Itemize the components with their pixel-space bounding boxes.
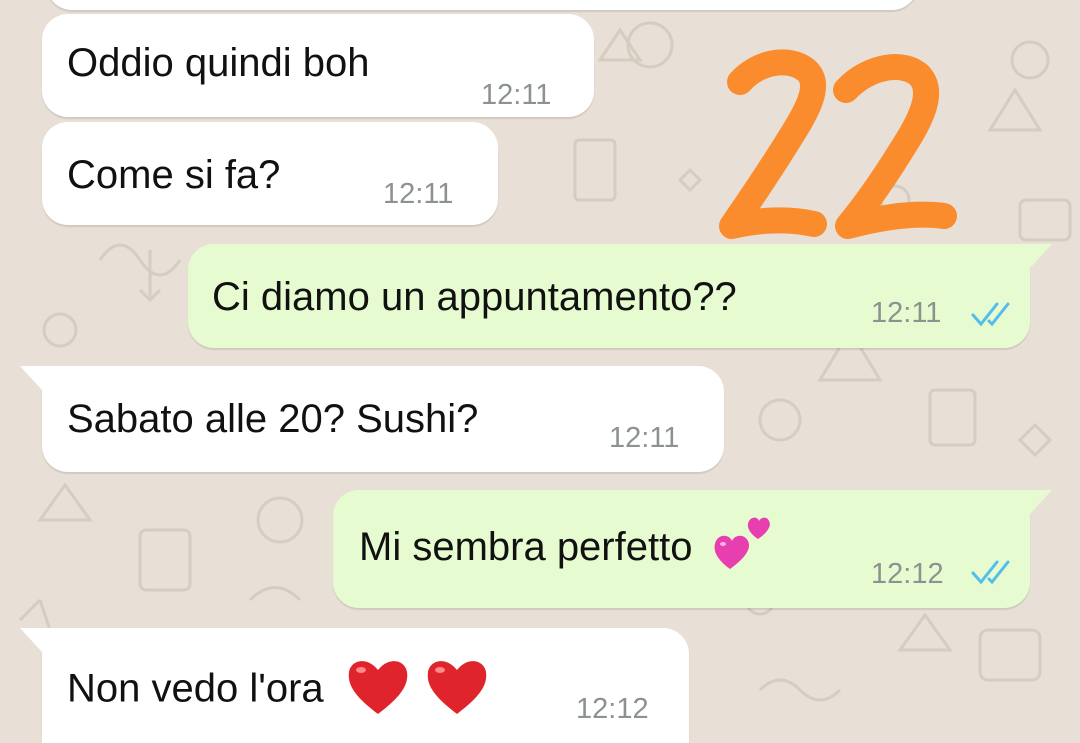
message-time: 12:11 [383, 178, 454, 210]
message-text-content: Non vedo l'ora [67, 666, 324, 711]
read-receipt-icon [971, 302, 1010, 327]
two-hearts-icon [714, 518, 770, 570]
message-bubble-incoming[interactable] [46, 0, 918, 10]
message-bubble-incoming[interactable]: Oddio quindi boh 12:11 [42, 14, 594, 117]
message-text: Sabato alle 20? Sushi? [67, 397, 479, 441]
message-text: Ci diamo un appuntamento?? [212, 275, 737, 319]
message-text-content: Mi sembra perfetto [359, 525, 693, 569]
message-time: 12:11 [481, 79, 552, 111]
bubble-tail-outgoing [1022, 490, 1052, 514]
handwritten-number-22 [719, 49, 957, 239]
red-heart-icon [348, 661, 408, 714]
message-time: 12:11 [871, 297, 942, 329]
message-bubble-outgoing[interactable]: Mi sembra perfetto 12:12 [333, 490, 1030, 608]
message-bubble-outgoing[interactable]: Ci diamo un appuntamento?? 12:11 [188, 244, 1030, 348]
message-text: Non vedo l'ora [67, 661, 490, 716]
message-time: 12:11 [609, 422, 680, 454]
message-bubble-incoming[interactable]: Sabato alle 20? Sushi? 12:11 [42, 366, 724, 472]
message-text: Come si fa? [67, 153, 281, 197]
message-time: 12:12 [871, 558, 944, 590]
bubble-tail-outgoing [1022, 244, 1052, 268]
message-bubble-incoming[interactable]: Non vedo l'ora 12:12 [42, 628, 689, 743]
message-text: Mi sembra perfetto [359, 518, 778, 571]
read-receipt-icon [971, 560, 1010, 585]
red-heart-icon [427, 661, 487, 714]
message-time: 12:12 [576, 693, 649, 725]
message-text: Oddio quindi boh [67, 41, 370, 85]
bubble-tail-incoming [20, 366, 50, 390]
bubble-tail-incoming [20, 628, 50, 652]
message-bubble-incoming[interactable]: Come si fa? 12:11 [42, 122, 498, 225]
chat-background: Oddio quindi boh 12:11 Come si fa? 12:11… [0, 0, 1080, 743]
